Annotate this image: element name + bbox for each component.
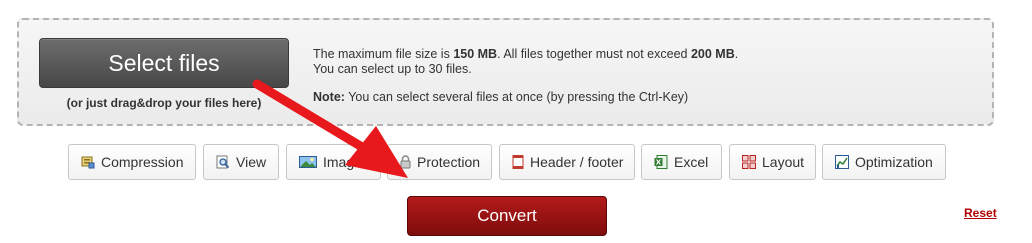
tab-view[interactable]: View [203,144,279,180]
file-count-info: You can select up to 30 files. [313,62,472,76]
chart-icon [835,155,849,169]
magnifier-icon [216,155,230,169]
compression-icon [81,155,95,169]
tab-compression[interactable]: Compression [68,144,196,180]
file-size-info: The maximum file size is 150 MB. All fil… [313,47,739,61]
excel-icon: X [654,155,668,169]
tab-excel[interactable]: X Excel [641,144,722,180]
reset-link[interactable]: Reset [964,206,997,220]
convert-button[interactable]: Convert [407,196,607,236]
document-icon [512,155,524,169]
image-icon [299,155,317,169]
grid-icon [742,155,756,169]
svg-text:X: X [656,159,662,167]
tab-image[interactable]: Image [286,144,381,180]
select-files-button[interactable]: Select files [39,38,289,88]
lock-icon [400,155,411,169]
tab-header-footer[interactable]: Header / footer [499,144,635,180]
file-drop-zone[interactable]: Select files (or just drag&drop your fil… [17,18,994,126]
tab-optimization[interactable]: Optimization [822,144,946,180]
drag-drop-hint: (or just drag&drop your files here) [66,96,262,110]
note-info: Note: You can select several files at on… [313,90,689,104]
tab-layout[interactable]: Layout [729,144,816,180]
upload-info: The maximum file size is 150 MB. All fil… [313,47,963,105]
options-tab-bar: Compression View Image Protection Header… [0,144,1032,181]
tab-protection[interactable]: Protection [387,144,492,180]
